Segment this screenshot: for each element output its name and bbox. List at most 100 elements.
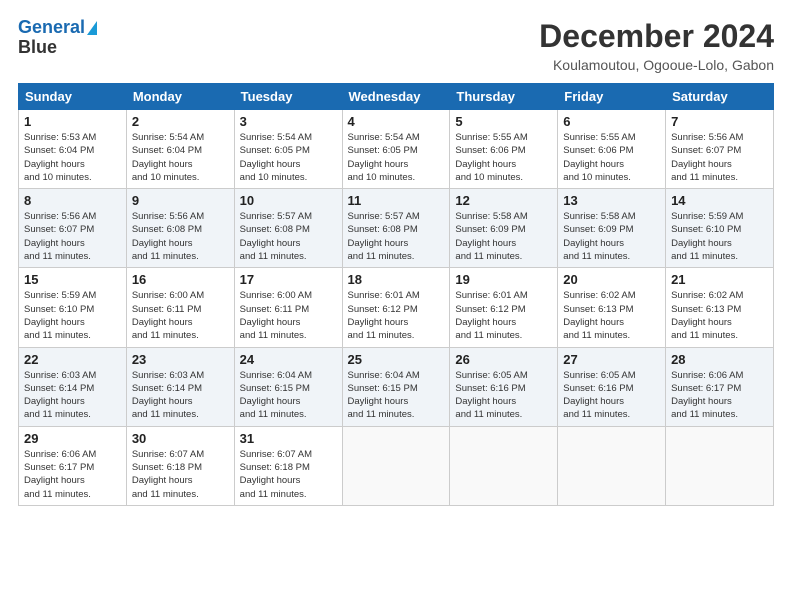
col-saturday: Saturday <box>666 84 774 110</box>
calendar-week-row: 29 Sunrise: 6:06 AM Sunset: 6:17 PM Dayl… <box>19 426 774 505</box>
table-row: 5 Sunrise: 5:55 AM Sunset: 6:06 PM Dayli… <box>450 110 558 189</box>
day-number: 18 <box>348 272 445 287</box>
table-row: 29 Sunrise: 6:06 AM Sunset: 6:17 PM Dayl… <box>19 426 127 505</box>
day-number: 25 <box>348 352 445 367</box>
table-row: 21 Sunrise: 6:02 AM Sunset: 6:13 PM Dayl… <box>666 268 774 347</box>
day-info: Sunrise: 5:58 AM Sunset: 6:09 PM Dayligh… <box>563 210 660 263</box>
day-info: Sunrise: 5:57 AM Sunset: 6:08 PM Dayligh… <box>240 210 337 263</box>
table-row: 15 Sunrise: 5:59 AM Sunset: 6:10 PM Dayl… <box>19 268 127 347</box>
day-info: Sunrise: 5:56 AM Sunset: 6:07 PM Dayligh… <box>24 210 121 263</box>
calendar-week-row: 15 Sunrise: 5:59 AM Sunset: 6:10 PM Dayl… <box>19 268 774 347</box>
day-info: Sunrise: 6:05 AM Sunset: 6:16 PM Dayligh… <box>563 369 660 422</box>
table-row: 30 Sunrise: 6:07 AM Sunset: 6:18 PM Dayl… <box>126 426 234 505</box>
day-number: 14 <box>671 193 768 208</box>
table-row: 19 Sunrise: 6:01 AM Sunset: 6:12 PM Dayl… <box>450 268 558 347</box>
table-row: 13 Sunrise: 5:58 AM Sunset: 6:09 PM Dayl… <box>558 189 666 268</box>
col-friday: Friday <box>558 84 666 110</box>
day-number: 9 <box>132 193 229 208</box>
day-number: 23 <box>132 352 229 367</box>
day-number: 28 <box>671 352 768 367</box>
day-number: 19 <box>455 272 552 287</box>
day-number: 7 <box>671 114 768 129</box>
table-row: 16 Sunrise: 6:00 AM Sunset: 6:11 PM Dayl… <box>126 268 234 347</box>
day-number: 5 <box>455 114 552 129</box>
day-number: 13 <box>563 193 660 208</box>
table-row: 7 Sunrise: 5:56 AM Sunset: 6:07 PM Dayli… <box>666 110 774 189</box>
table-row: 14 Sunrise: 5:59 AM Sunset: 6:10 PM Dayl… <box>666 189 774 268</box>
table-row <box>342 426 450 505</box>
day-info: Sunrise: 6:01 AM Sunset: 6:12 PM Dayligh… <box>455 289 552 342</box>
page: General Blue December 2024 Koulamoutou, … <box>0 0 792 612</box>
day-info: Sunrise: 5:54 AM Sunset: 6:05 PM Dayligh… <box>348 131 445 184</box>
table-row: 10 Sunrise: 5:57 AM Sunset: 6:08 PM Dayl… <box>234 189 342 268</box>
calendar-week-row: 1 Sunrise: 5:53 AM Sunset: 6:04 PM Dayli… <box>19 110 774 189</box>
day-info: Sunrise: 6:03 AM Sunset: 6:14 PM Dayligh… <box>132 369 229 422</box>
day-info: Sunrise: 6:01 AM Sunset: 6:12 PM Dayligh… <box>348 289 445 342</box>
calendar-header-row: Sunday Monday Tuesday Wednesday Thursday… <box>19 84 774 110</box>
table-row: 25 Sunrise: 6:04 AM Sunset: 6:15 PM Dayl… <box>342 347 450 426</box>
table-row <box>558 426 666 505</box>
day-number: 26 <box>455 352 552 367</box>
day-number: 30 <box>132 431 229 446</box>
table-row: 22 Sunrise: 6:03 AM Sunset: 6:14 PM Dayl… <box>19 347 127 426</box>
table-row: 1 Sunrise: 5:53 AM Sunset: 6:04 PM Dayli… <box>19 110 127 189</box>
table-row: 31 Sunrise: 6:07 AM Sunset: 6:18 PM Dayl… <box>234 426 342 505</box>
table-row: 9 Sunrise: 5:56 AM Sunset: 6:08 PM Dayli… <box>126 189 234 268</box>
day-info: Sunrise: 6:03 AM Sunset: 6:14 PM Dayligh… <box>24 369 121 422</box>
calendar-week-row: 8 Sunrise: 5:56 AM Sunset: 6:07 PM Dayli… <box>19 189 774 268</box>
day-number: 8 <box>24 193 121 208</box>
day-info: Sunrise: 6:07 AM Sunset: 6:18 PM Dayligh… <box>132 448 229 501</box>
col-thursday: Thursday <box>450 84 558 110</box>
day-info: Sunrise: 5:55 AM Sunset: 6:06 PM Dayligh… <box>455 131 552 184</box>
day-number: 24 <box>240 352 337 367</box>
day-number: 31 <box>240 431 337 446</box>
table-row: 3 Sunrise: 5:54 AM Sunset: 6:05 PM Dayli… <box>234 110 342 189</box>
day-info: Sunrise: 6:04 AM Sunset: 6:15 PM Dayligh… <box>240 369 337 422</box>
subtitle: Koulamoutou, Ogooue-Lolo, Gabon <box>539 57 774 73</box>
day-info: Sunrise: 5:56 AM Sunset: 6:07 PM Dayligh… <box>671 131 768 184</box>
calendar-table: Sunday Monday Tuesday Wednesday Thursday… <box>18 83 774 506</box>
title-area: December 2024 Koulamoutou, Ogooue-Lolo, … <box>539 18 774 73</box>
table-row <box>666 426 774 505</box>
table-row: 24 Sunrise: 6:04 AM Sunset: 6:15 PM Dayl… <box>234 347 342 426</box>
table-row: 28 Sunrise: 6:06 AM Sunset: 6:17 PM Dayl… <box>666 347 774 426</box>
day-info: Sunrise: 5:56 AM Sunset: 6:08 PM Dayligh… <box>132 210 229 263</box>
table-row <box>450 426 558 505</box>
col-sunday: Sunday <box>19 84 127 110</box>
col-monday: Monday <box>126 84 234 110</box>
table-row: 23 Sunrise: 6:03 AM Sunset: 6:14 PM Dayl… <box>126 347 234 426</box>
logo-arrow-icon <box>87 21 97 35</box>
day-info: Sunrise: 6:02 AM Sunset: 6:13 PM Dayligh… <box>563 289 660 342</box>
table-row: 2 Sunrise: 5:54 AM Sunset: 6:04 PM Dayli… <box>126 110 234 189</box>
logo: General Blue <box>18 18 97 58</box>
day-number: 27 <box>563 352 660 367</box>
table-row: 27 Sunrise: 6:05 AM Sunset: 6:16 PM Dayl… <box>558 347 666 426</box>
day-number: 3 <box>240 114 337 129</box>
day-number: 29 <box>24 431 121 446</box>
day-number: 4 <box>348 114 445 129</box>
day-info: Sunrise: 5:55 AM Sunset: 6:06 PM Dayligh… <box>563 131 660 184</box>
day-info: Sunrise: 5:57 AM Sunset: 6:08 PM Dayligh… <box>348 210 445 263</box>
day-number: 20 <box>563 272 660 287</box>
day-number: 17 <box>240 272 337 287</box>
table-row: 20 Sunrise: 6:02 AM Sunset: 6:13 PM Dayl… <box>558 268 666 347</box>
table-row: 8 Sunrise: 5:56 AM Sunset: 6:07 PM Dayli… <box>19 189 127 268</box>
day-number: 22 <box>24 352 121 367</box>
logo-blue-text: Blue <box>18 38 57 58</box>
day-number: 12 <box>455 193 552 208</box>
day-info: Sunrise: 6:00 AM Sunset: 6:11 PM Dayligh… <box>240 289 337 342</box>
logo-text: General <box>18 18 85 38</box>
calendar-week-row: 22 Sunrise: 6:03 AM Sunset: 6:14 PM Dayl… <box>19 347 774 426</box>
table-row: 6 Sunrise: 5:55 AM Sunset: 6:06 PM Dayli… <box>558 110 666 189</box>
col-wednesday: Wednesday <box>342 84 450 110</box>
day-info: Sunrise: 5:58 AM Sunset: 6:09 PM Dayligh… <box>455 210 552 263</box>
header: General Blue December 2024 Koulamoutou, … <box>18 18 774 73</box>
day-info: Sunrise: 5:54 AM Sunset: 6:05 PM Dayligh… <box>240 131 337 184</box>
day-number: 16 <box>132 272 229 287</box>
table-row: 11 Sunrise: 5:57 AM Sunset: 6:08 PM Dayl… <box>342 189 450 268</box>
main-title: December 2024 <box>539 18 774 55</box>
day-number: 21 <box>671 272 768 287</box>
day-info: Sunrise: 6:06 AM Sunset: 6:17 PM Dayligh… <box>24 448 121 501</box>
table-row: 12 Sunrise: 5:58 AM Sunset: 6:09 PM Dayl… <box>450 189 558 268</box>
day-number: 2 <box>132 114 229 129</box>
